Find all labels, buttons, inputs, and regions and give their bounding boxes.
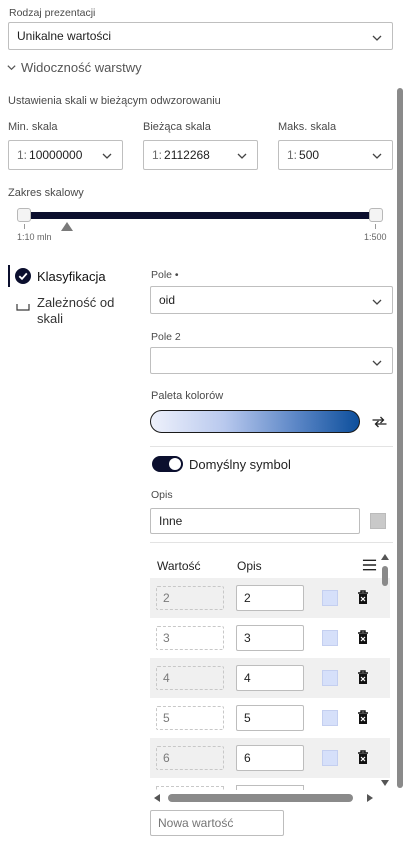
row-desc-input[interactable]: 2 — [236, 585, 304, 611]
swap-icon[interactable] — [371, 415, 388, 429]
field2-label: Pole 2 — [151, 331, 181, 343]
chevron-down-icon — [372, 299, 382, 305]
tab-scale-dependency[interactable]: Zależność od skali — [37, 295, 137, 327]
divider — [150, 446, 393, 447]
scale-range-label: Zakres skalowy — [8, 187, 84, 199]
description-color-swatch[interactable] — [370, 513, 386, 529]
check-circle-icon — [15, 268, 31, 284]
chevron-down-icon — [372, 153, 382, 159]
visibility-section-title[interactable]: Widoczność warstwy — [21, 60, 142, 75]
description-input[interactable]: Inne — [150, 508, 360, 534]
table-row: 3 3 — [150, 618, 390, 658]
row-value-readonly: 3 — [156, 626, 224, 650]
field-label: Pole • — [151, 269, 179, 281]
presentation-select[interactable]: Unikalne wartości — [8, 22, 393, 50]
chevron-down-icon — [102, 153, 112, 159]
table-row: 6 6 — [150, 738, 390, 778]
max-scale-value: 500 — [299, 148, 320, 162]
row-value-readonly: 2 — [156, 586, 224, 610]
field-select-value: oid — [159, 293, 176, 307]
max-scale-prefix: 1: — [287, 148, 298, 162]
toggle-knob — [169, 458, 181, 470]
trash-icon[interactable] — [357, 710, 369, 725]
presentation-select-value: Unikalne wartości — [17, 29, 112, 43]
max-scale-select[interactable]: 1: 500 — [278, 140, 393, 170]
table-hscroll-thumb[interactable] — [168, 794, 353, 802]
new-value-input[interactable] — [150, 810, 284, 836]
row-color-swatch[interactable] — [322, 630, 338, 646]
table-scroll-left[interactable] — [154, 794, 160, 802]
table-scroll-right[interactable] — [367, 794, 373, 802]
tab-active-indicator — [8, 265, 10, 287]
min-scale-prefix: 1: — [17, 148, 28, 162]
table-row: 5 5 — [150, 698, 390, 738]
min-scale-label: Min. skala — [8, 121, 58, 133]
table-header-value: Wartość — [157, 559, 201, 573]
table-row-partial — [150, 778, 390, 790]
panel-scrollbar-thumb[interactable] — [397, 88, 403, 788]
menu-icon[interactable] — [362, 559, 377, 571]
chevron-down-icon[interactable] — [6, 62, 17, 73]
row-desc-input[interactable]: 4 — [236, 665, 304, 691]
min-scale-value: 10000000 — [29, 148, 83, 162]
row-value-readonly: 5 — [156, 706, 224, 730]
current-scale-marker — [61, 222, 73, 231]
row-desc-input[interactable]: 5 — [236, 705, 304, 731]
chevron-down-icon — [372, 360, 382, 366]
table-row: 2 2 — [150, 578, 390, 618]
row-desc-input[interactable]: 3 — [236, 625, 304, 651]
row-color-swatch[interactable] — [322, 710, 338, 726]
current-scale-label: Bieżąca skala — [143, 121, 211, 133]
field2-select[interactable] — [150, 347, 393, 374]
description-input-value: Inne — [159, 514, 183, 528]
row-value-readonly: 6 — [156, 746, 224, 770]
scale-range-max-handle[interactable] — [369, 208, 383, 222]
scale-dependency-icon — [16, 304, 30, 311]
chevron-down-icon — [237, 153, 247, 159]
table-scroll-down[interactable] — [381, 780, 389, 786]
scale-range-track[interactable] — [24, 212, 376, 219]
default-symbol-label: Domyślny symbol — [189, 457, 291, 472]
scale-range-min-handle[interactable] — [17, 208, 31, 222]
row-desc-input[interactable]: 6 — [236, 745, 304, 771]
color-palette-ramp[interactable] — [150, 410, 360, 433]
row-color-swatch[interactable] — [322, 670, 338, 686]
table-scroll-up[interactable] — [381, 554, 389, 560]
scale-range-max-label: 1:500 — [364, 232, 387, 242]
scale-settings-label: Ustawienia skali w bieżącym odwzorowaniu — [8, 95, 221, 107]
table-row: 4 4 — [150, 658, 390, 698]
current-scale-prefix: 1: — [152, 148, 163, 162]
scale-range-min-label: 1:10 mln — [17, 232, 52, 242]
row-color-swatch[interactable] — [322, 750, 338, 766]
description-label: Opis — [151, 489, 173, 501]
current-scale-value: 2112268 — [164, 148, 210, 162]
trash-icon[interactable] — [357, 750, 369, 765]
row-color-swatch[interactable] — [322, 590, 338, 606]
chevron-down-icon — [372, 35, 382, 41]
trash-icon[interactable] — [357, 670, 369, 685]
presentation-label: Rodzaj prezentacji — [9, 7, 96, 19]
tab-classification[interactable]: Klasyfikacja — [37, 269, 106, 284]
tick-min — [24, 224, 25, 229]
row-value-readonly: 4 — [156, 666, 224, 690]
field-select[interactable]: oid — [150, 286, 393, 314]
divider — [150, 542, 393, 543]
default-symbol-toggle[interactable] — [152, 456, 183, 472]
current-scale-select[interactable]: 1: 2112268 — [143, 140, 258, 170]
trash-icon[interactable] — [357, 590, 369, 605]
min-scale-select[interactable]: 1: 10000000 — [8, 140, 123, 170]
table-vscroll-thumb[interactable] — [382, 566, 388, 586]
trash-icon[interactable] — [357, 630, 369, 645]
table-header-desc: Opis — [237, 559, 262, 573]
tick-max — [375, 224, 376, 229]
palette-label: Paleta kolorów — [151, 390, 224, 402]
max-scale-label: Maks. skala — [278, 121, 337, 133]
